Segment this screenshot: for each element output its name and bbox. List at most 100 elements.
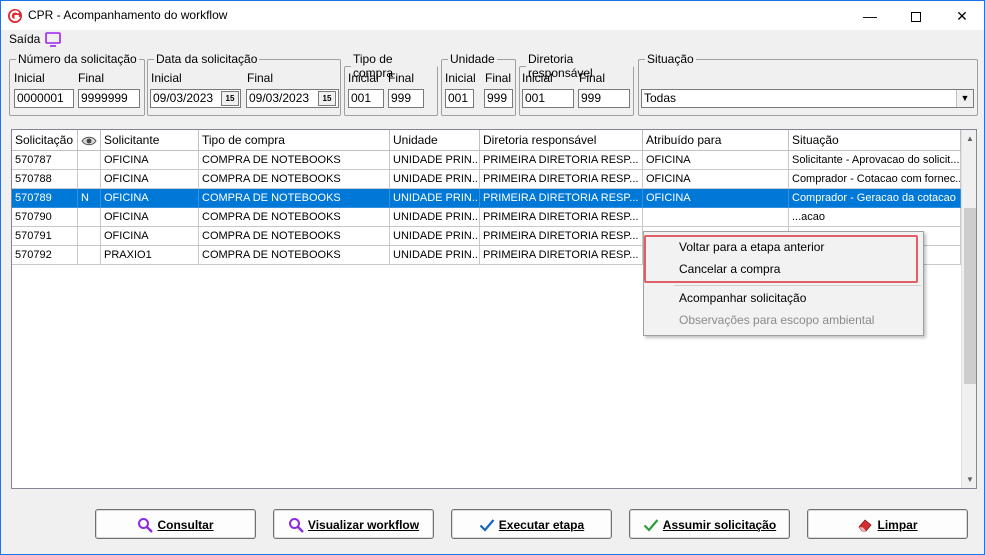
cell-solicitante: OFICINA (101, 170, 199, 189)
close-button[interactable]: ✕ (939, 1, 985, 31)
menu-saida[interactable]: Saída (9, 32, 40, 46)
unidade-final-input[interactable]: 999 (484, 89, 513, 108)
situacao-dropdown[interactable]: Todas (641, 89, 974, 108)
cell-tipo-compra: COMPRA DE NOTEBOOKS (199, 170, 390, 189)
limpar-button[interactable]: Limpar (807, 509, 968, 539)
eraser-icon (858, 519, 873, 532)
ctx-acompanhar-solicitacao[interactable]: Acompanhar solicitação (644, 287, 923, 309)
consultar-button[interactable]: Consultar (95, 509, 256, 539)
cell-tipo-compra: COMPRA DE NOTEBOOKS (199, 227, 390, 246)
cell-solicitacao: 570787 (12, 151, 78, 170)
checkmark-icon (479, 519, 495, 532)
cell-solicitacao: 570790 (12, 208, 78, 227)
col-tipo-compra[interactable]: Tipo de compra (199, 130, 390, 151)
app-logo-icon (8, 9, 22, 23)
table-row[interactable]: 570787 OFICINA COMPRA DE NOTEBOOKS UNIDADE … (12, 151, 961, 170)
cell-visualizado (78, 170, 101, 189)
table-row[interactable]: 570789 N OFICINA COMPRA DE NOTEBOOKS UNIDADE… (12, 189, 961, 208)
assumir-solicitacao-button[interactable]: Assumir solicitação (629, 509, 790, 539)
cell-situacao: Solicitante - Aprovacao do solicit... (789, 151, 961, 170)
tipo-inicial-label: Inicial (348, 71, 379, 85)
col-visualizado[interactable] (78, 130, 101, 151)
workflow-window: Saída Número da solicitação Inicial Fina… (0, 30, 985, 555)
cell-visualizado (78, 227, 101, 246)
data-final-calendar-icon[interactable]: 15 (318, 91, 336, 106)
chevron-down-icon[interactable]: ▼ (956, 90, 973, 107)
col-diretoria[interactable]: Diretoria responsável (480, 130, 643, 151)
cell-unidade: UNIDADE PRIN... (390, 151, 480, 170)
checkmark-icon (643, 519, 659, 532)
data-inicial-calendar-icon[interactable]: 15 (221, 91, 239, 106)
monitor-icon[interactable] (44, 32, 62, 48)
numero-inicial-label: Inicial (14, 71, 45, 85)
col-situacao[interactable]: Situação (789, 130, 961, 151)
cell-diretoria: PRIMEIRA DIRETORIA RESP... (480, 227, 643, 246)
cell-tipo-compra: COMPRA DE NOTEBOOKS (199, 189, 390, 208)
tipo-inicial-input[interactable]: 001 (348, 89, 384, 108)
search-icon (138, 517, 154, 533)
ctx-observacoes-ambiental: Observações para escopo ambiental (679, 313, 875, 327)
maximize-button[interactable] (893, 1, 939, 31)
tipo-final-input[interactable]: 999 (388, 89, 424, 108)
col-solicitacao[interactable]: Solicitação (12, 130, 78, 151)
data-inicial-label: Inicial (151, 71, 182, 85)
cell-atribuido (643, 208, 789, 227)
window-title: CPR - Acompanhamento do workflow (28, 8, 228, 22)
cell-unidade: UNIDADE PRIN... (390, 208, 480, 227)
diretoria-final-input[interactable]: 999 (578, 89, 630, 108)
minimize-button[interactable]: — (847, 1, 893, 31)
cell-solicitante: OFICINA (101, 189, 199, 208)
cell-situacao: Comprador - Geracao da cotacao (789, 189, 961, 208)
unidade-inicial-label: Inicial (445, 71, 476, 85)
col-atribuido[interactable]: Atribuído para (643, 130, 789, 151)
numero-inicial-input[interactable]: 0000001 (14, 89, 74, 108)
assumir-solicitacao-label: Assumir solicitação (662, 517, 777, 532)
cell-visualizado: N (78, 189, 101, 208)
table-row[interactable]: 570788 OFICINA COMPRA DE NOTEBOOKS UNIDADE … (12, 170, 961, 189)
data-final-label: Final (247, 71, 274, 85)
vertical-scrollbar[interactable]: ▲ ▼ (961, 130, 976, 488)
cell-tipo-compra: COMPRA DE NOTEBOOKS (199, 151, 390, 170)
unidade-final-label: Final (485, 71, 512, 85)
scrollbar-thumb[interactable] (964, 208, 976, 384)
cell-diretoria: PRIMEIRA DIRETORIA RESP... (480, 246, 643, 265)
tipo-final-label: Final (388, 71, 415, 85)
cell-visualizado (78, 208, 101, 227)
numero-final-input[interactable]: 9999999 (78, 89, 140, 108)
cell-solicitacao: 570791 (12, 227, 78, 246)
cell-situacao: ...acao (789, 208, 961, 227)
scroll-down-icon[interactable]: ▼ (962, 471, 976, 488)
executar-etapa-label: Executar etapa (498, 517, 585, 532)
scroll-up-icon[interactable]: ▲ (962, 130, 976, 147)
visualizar-workflow-button[interactable]: Visualizar workflow (273, 509, 434, 539)
diretoria-final-label: Final (579, 71, 606, 85)
cell-solicitante: OFICINA (101, 227, 199, 246)
cell-solicitacao: 570792 (12, 246, 78, 265)
col-solicitante[interactable]: Solicitante (101, 130, 199, 151)
cell-tipo-compra: COMPRA DE NOTEBOOKS (199, 246, 390, 265)
cell-tipo-compra: COMPRA DE NOTEBOOKS (199, 208, 390, 227)
cell-solicitante: PRAXIO1 (101, 246, 199, 265)
cell-solicitacao: 570789 (12, 189, 78, 208)
cell-unidade: UNIDADE PRIN... (390, 170, 480, 189)
limpar-label: Limpar (877, 517, 918, 532)
executar-etapa-button[interactable]: Executar etapa (451, 509, 612, 539)
consultar-label: Consultar (157, 517, 214, 532)
diretoria-inicial-input[interactable]: 001 (522, 89, 574, 108)
cell-visualizado (78, 151, 101, 170)
col-unidade[interactable]: Unidade (390, 130, 480, 151)
diretoria-inicial-label: Inicial (522, 71, 553, 85)
cell-visualizado (78, 246, 101, 265)
unidade-inicial-input[interactable]: 001 (445, 89, 474, 108)
search-icon (288, 517, 304, 533)
cell-diretoria: PRIMEIRA DIRETORIA RESP... (480, 170, 643, 189)
group-numero-legend: Número da solicitação (18, 52, 137, 66)
eye-icon (81, 136, 97, 146)
cell-unidade: UNIDADE PRIN... (390, 246, 480, 265)
cell-unidade: UNIDADE PRIN... (390, 189, 480, 208)
cell-solicitante: OFICINA (101, 208, 199, 227)
highlight-annotation (644, 235, 918, 283)
table-row[interactable]: 570790 OFICINA COMPRA DE NOTEBOOKS UNIDADE … (12, 208, 961, 227)
cell-solicitacao: 570788 (12, 170, 78, 189)
cell-unidade: UNIDADE PRIN... (390, 227, 480, 246)
